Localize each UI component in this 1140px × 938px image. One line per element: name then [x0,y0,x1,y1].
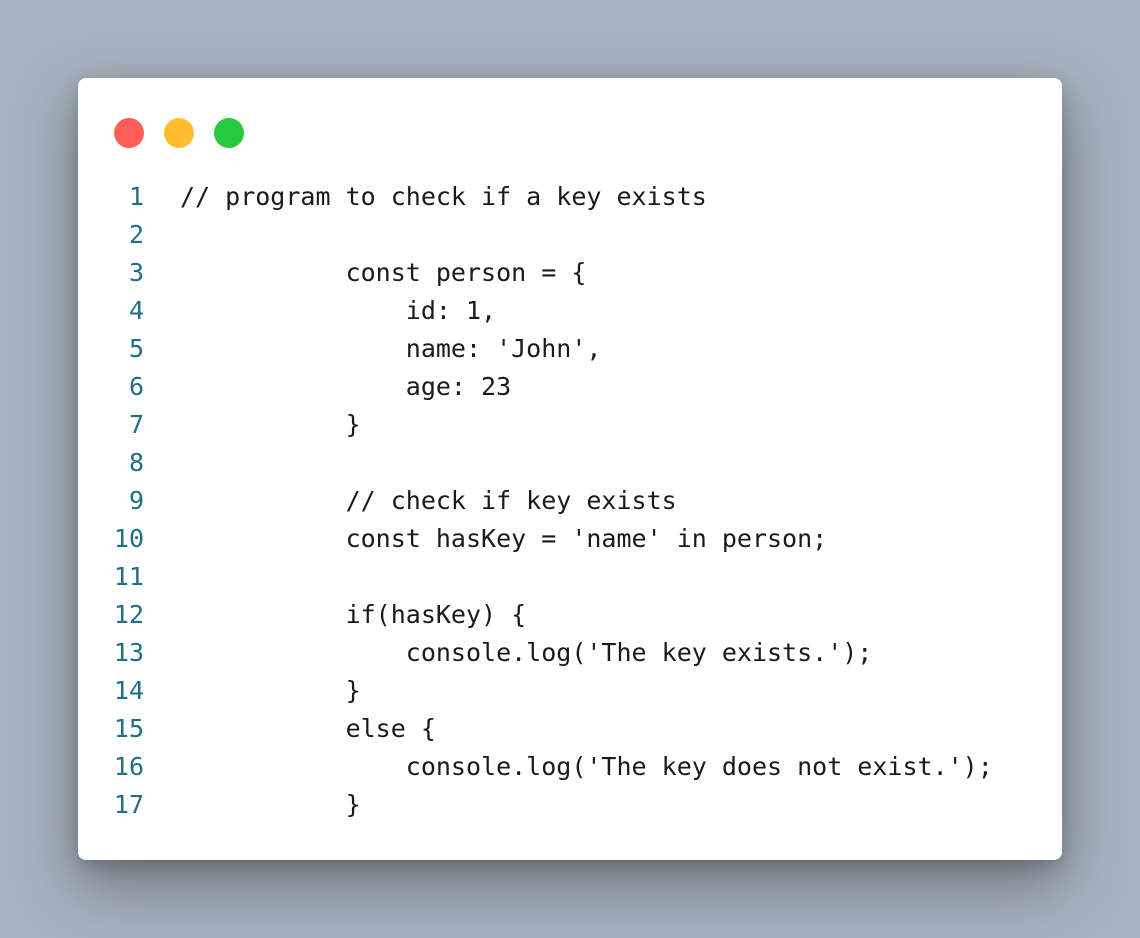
code-line: 15 else { [78,710,1062,748]
code-line: 6 age: 23 [78,368,1062,406]
code-line: 12 if(hasKey) { [78,596,1062,634]
maximize-dot[interactable] [214,118,244,148]
code-text: else { [180,714,436,743]
line-number: 10 [113,524,144,553]
code-line: 16 console.log('The key does not exist.'… [78,748,1062,786]
line-number: 14 [113,676,144,705]
code-text: } [180,410,361,439]
code-text: const person = { [180,258,587,287]
code-line: 7 } [78,406,1062,444]
code-line: 11 [78,558,1062,596]
code-text: id: 1, [180,296,497,325]
line-number: 1 [128,182,144,211]
code-line: 3 const person = { [78,254,1062,292]
line-number: 8 [128,448,144,477]
code-text: } [180,676,361,705]
code-text: age: 23 [180,372,512,401]
code-line: 4 id: 1, [78,292,1062,330]
line-number: 17 [113,790,144,819]
code-text: name: 'John', [180,334,602,363]
line-number: 5 [128,334,144,363]
line-number: 6 [128,372,144,401]
line-number: 3 [128,258,144,287]
line-number: 2 [128,220,144,249]
line-number: 7 [128,410,144,439]
code-line: 10 const hasKey = 'name' in person; [78,520,1062,558]
code-line: 17 } [78,786,1062,824]
code-text: console.log('The key does not exist.'); [180,752,993,781]
code-text: const hasKey = 'name' in person; [180,524,828,553]
code-text: // check if key exists [180,486,677,515]
code-line: 1 // program to check if a key exists [78,178,1062,216]
code-window: 1 // program to check if a key exists 2 3 c… [78,78,1062,860]
code-text: } [180,790,361,819]
code-line: 14 } [78,672,1062,710]
code-text: // program to check if a key exists [180,182,707,211]
code-text: console.log('The key exists.'); [180,638,873,667]
code-line: 9 // check if key exists [78,482,1062,520]
line-number: 16 [113,752,144,781]
code-block: 1 // program to check if a key exists 2 3 c… [78,178,1062,824]
code-line: 5 name: 'John', [78,330,1062,368]
line-number: 11 [113,562,144,591]
line-number: 9 [128,486,144,515]
line-number: 4 [128,296,144,325]
code-line: 2 [78,216,1062,254]
code-text: if(hasKey) { [180,600,527,629]
line-number: 13 [113,638,144,667]
window-controls [114,118,244,148]
close-dot[interactable] [114,118,144,148]
code-line: 8 [78,444,1062,482]
line-number: 15 [113,714,144,743]
minimize-dot[interactable] [164,118,194,148]
line-number: 12 [113,600,144,629]
code-line: 13 console.log('The key exists.'); [78,634,1062,672]
